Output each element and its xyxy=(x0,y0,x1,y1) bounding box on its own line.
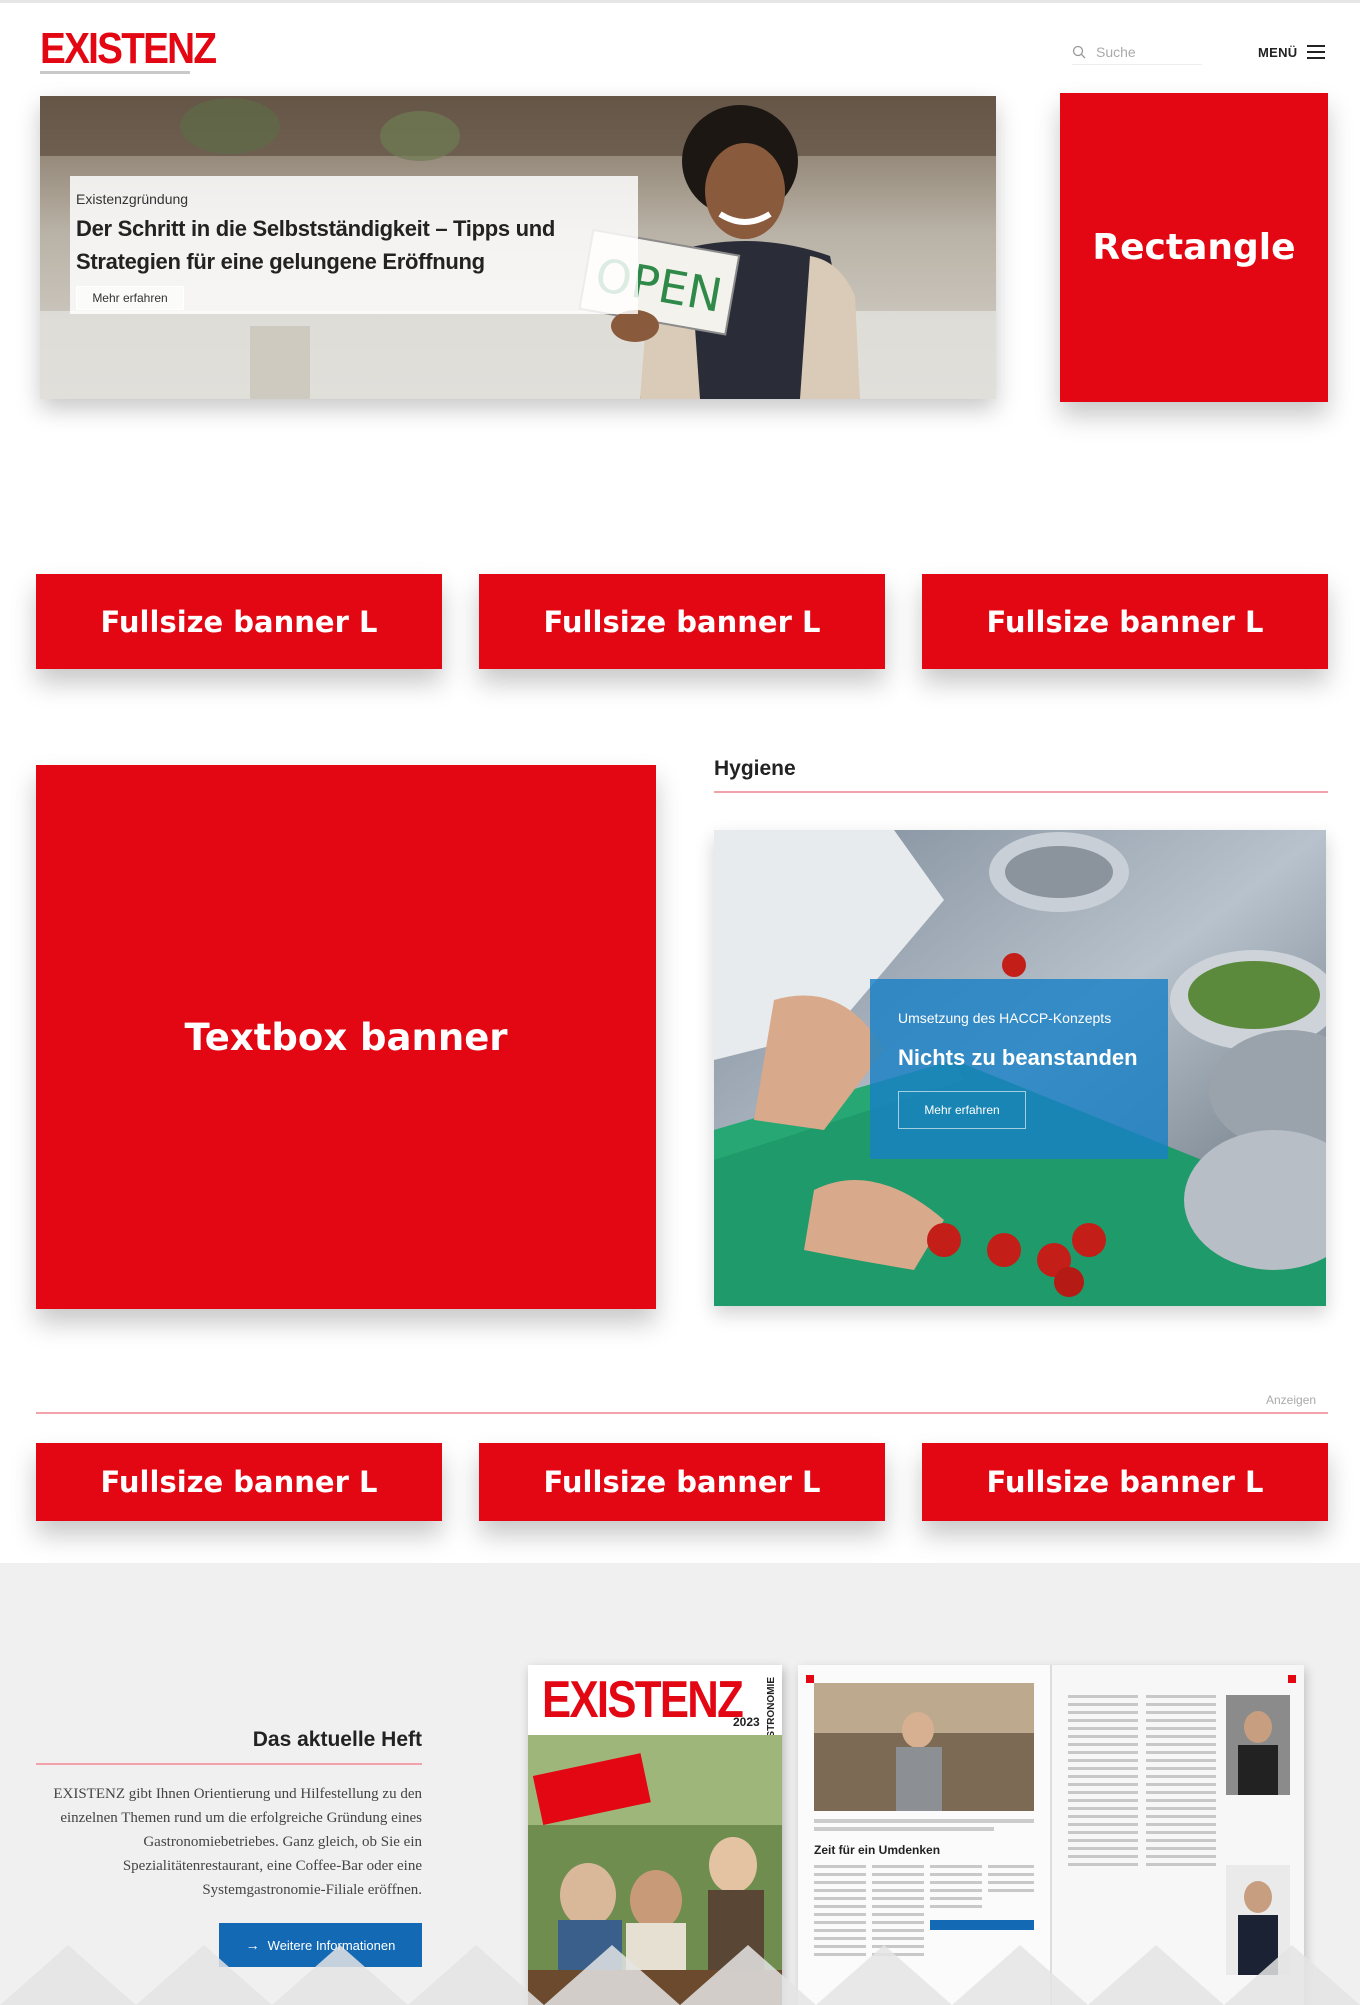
textbox-banner[interactable]: Textbox banner xyxy=(36,765,656,1309)
current-issue-text: EXISTENZ gibt Ihnen Orientierung und Hil… xyxy=(53,1786,422,1898)
hero-title[interactable]: Der Schritt in die Selbstständigkeit – T… xyxy=(76,212,632,278)
fullsize-banner-6[interactable]: Fullsize banner L xyxy=(922,1443,1328,1521)
fullsize-banner-4[interactable]: Fullsize banner L xyxy=(36,1443,442,1521)
rectangle-banner[interactable]: Rectangle xyxy=(1060,93,1328,402)
hygiene-card: Umsetzung des HACCP-Konzepts Nichts zu b… xyxy=(870,979,1168,1159)
decorative-zigzag xyxy=(0,1945,1360,2005)
magazine-page-heading: Zeit für ein Umdenken xyxy=(814,1843,941,1857)
fullsize-banner-1[interactable]: Fullsize banner L xyxy=(36,574,442,669)
ads-divider xyxy=(36,1412,1328,1414)
fullsize-banner-2[interactable]: Fullsize banner L xyxy=(479,574,885,669)
current-issue-title: Das aktuelle Heft xyxy=(252,1728,422,1751)
menu-button[interactable]: MENÜ xyxy=(1258,39,1326,65)
site-header: EXISTENZ MENÜ xyxy=(0,3,1360,93)
hygiene-teaser[interactable]: Umsetzung des HACCP-Konzepts Nichts zu b… xyxy=(714,830,1326,1306)
current-issue-divider xyxy=(36,1763,422,1765)
site-logo[interactable]: EXISTENZ xyxy=(40,24,217,79)
hygiene-kicker: Umsetzung des HACCP-Konzepts xyxy=(898,1010,1112,1026)
hero-kicker: Existenzgründung xyxy=(76,191,189,207)
hygiene-divider xyxy=(714,791,1328,793)
hygiene-read-more-link[interactable]: Mehr erfahren xyxy=(898,1091,1026,1129)
search-icon xyxy=(1072,45,1086,58)
fullsize-banner-3[interactable]: Fullsize banner L xyxy=(922,574,1328,669)
hero-read-more-link[interactable]: Mehr erfahren xyxy=(76,286,184,310)
hero-teaser[interactable]: OPEN Existenzgründung Der Schritt in die… xyxy=(40,96,996,399)
hygiene-title[interactable]: Nichts zu beanstanden xyxy=(898,1045,1140,1071)
hero-card: Existenzgründung Der Schritt in die Selb… xyxy=(70,176,638,314)
fullsize-banner-5[interactable]: Fullsize banner L xyxy=(479,1443,885,1521)
hygiene-section-title: Hygiene xyxy=(714,757,796,780)
menu-label: MENÜ xyxy=(1258,44,1298,60)
ads-label: Anzeigen xyxy=(1266,1393,1317,1407)
hamburger-icon xyxy=(1307,45,1326,59)
search-input[interactable] xyxy=(1096,43,1186,60)
logo-tagline-bar xyxy=(40,71,190,74)
search-box[interactable] xyxy=(1072,39,1202,65)
logo-wordmark: EXISTENZ xyxy=(40,24,217,73)
